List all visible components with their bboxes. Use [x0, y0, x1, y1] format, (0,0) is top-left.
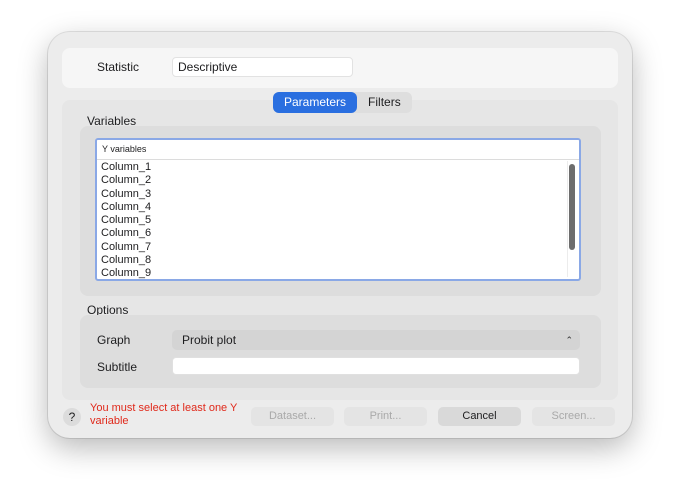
screen-button[interactable]: Screen... — [532, 407, 615, 426]
y-variables-list[interactable]: Y variables Column_1 Column_2 Column_3 C… — [95, 138, 581, 281]
list-item[interactable]: Column_7 — [101, 241, 579, 254]
graph-select-value: Probit plot — [182, 333, 237, 347]
statistic-group: Statistic Descriptive — [62, 48, 618, 88]
error-message: You must select at least one Y variable — [90, 402, 238, 427]
tab-parameters[interactable]: Parameters — [273, 92, 358, 113]
list-item[interactable]: Column_1 — [101, 161, 579, 174]
list-item[interactable]: Column_8 — [101, 254, 579, 267]
list-item[interactable]: Column_5 — [101, 214, 579, 227]
statistic-field[interactable]: Descriptive — [172, 57, 353, 77]
chevron-up-down-icon: ⌃ — [565, 335, 573, 345]
subtitle-input[interactable] — [172, 357, 580, 375]
list-items: Column_1 Column_2 Column_3 Column_4 Colu… — [97, 160, 579, 279]
help-icon[interactable]: ? — [63, 408, 81, 426]
tab-filters[interactable]: Filters — [357, 92, 412, 113]
list-item[interactable]: Column_9 — [101, 267, 579, 279]
scrollbar-thumb[interactable] — [569, 164, 575, 250]
options-group — [80, 315, 601, 388]
cancel-button[interactable]: Cancel — [438, 407, 521, 426]
graph-label: Graph — [97, 333, 131, 347]
list-item[interactable]: Column_2 — [101, 174, 579, 187]
list-item[interactable]: Column_4 — [101, 201, 579, 214]
dataset-button[interactable]: Dataset... — [251, 407, 334, 426]
statistic-label: Statistic — [97, 60, 140, 74]
tab-switcher: Parameters Filters — [273, 92, 412, 113]
print-button[interactable]: Print... — [344, 407, 427, 426]
graph-select[interactable]: Probit plot ⌃ — [172, 330, 580, 350]
subtitle-label: Subtitle — [97, 360, 138, 374]
dialog-window: Statistic Descriptive Parameters Filters… — [48, 32, 632, 438]
list-scrollbar[interactable] — [567, 161, 576, 277]
list-item[interactable]: Column_6 — [101, 227, 579, 240]
list-column-header[interactable]: Y variables — [97, 140, 579, 160]
list-item[interactable]: Column_3 — [101, 188, 579, 201]
